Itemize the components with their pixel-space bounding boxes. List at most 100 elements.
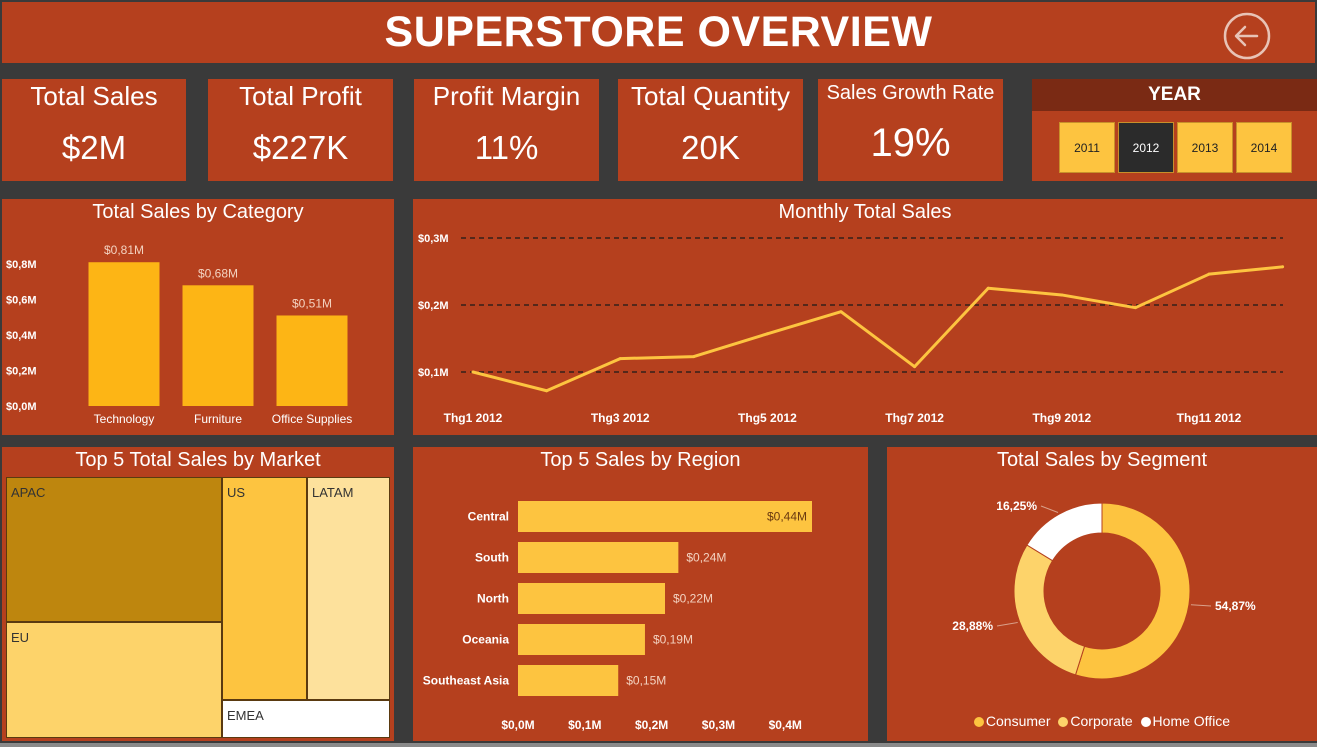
kpi-value: 11% xyxy=(474,129,539,166)
bottom-scrollbar[interactable] xyxy=(0,743,1317,747)
leader-line xyxy=(1190,604,1212,607)
x-tick-label: $0,4M xyxy=(769,718,802,732)
y-tick-label: $0,2M xyxy=(418,300,449,312)
treemap-cell-apac[interactable]: APAC xyxy=(6,477,222,622)
year-option-2012[interactable]: 2012 xyxy=(1118,122,1174,173)
bar-office-supplies xyxy=(276,315,348,406)
data-point xyxy=(471,370,475,374)
segment-donut-chart: 54,87% 28,88% 16,25% xyxy=(952,499,1256,680)
kpi-card-total-profit: Total Profit $227K xyxy=(208,79,393,181)
page-title: SUPERSTORE OVERVIEW xyxy=(384,8,933,56)
y-tick-label: South xyxy=(475,551,509,565)
segment-legend: Consumer Corporate Home Office xyxy=(887,713,1317,729)
x-tick-label: Thg3 2012 xyxy=(591,411,650,425)
back-arrow-icon[interactable] xyxy=(1223,12,1271,60)
category-chart-panel: Total Sales by Category $0,0M $0,2M $0,4M $… xyxy=(2,199,394,435)
data-point xyxy=(839,310,843,314)
year-option-2014[interactable]: 2014 xyxy=(1236,122,1292,173)
legend-item-consumer[interactable]: Consumer xyxy=(973,713,1051,729)
leader-line xyxy=(1040,505,1059,513)
x-tick-label: Thg7 2012 xyxy=(885,411,944,425)
leader-line xyxy=(996,622,1018,627)
legend-item-corporate[interactable]: Corporate xyxy=(1058,713,1133,729)
category-bar-chart: $0,0M $0,2M $0,4M $0,6M $0,8M $0,81M Technolog… xyxy=(6,243,352,426)
data-label: $0,24M xyxy=(686,551,726,565)
x-tick-label: Thg5 2012 xyxy=(738,411,797,425)
y-tick-label: $0,2M xyxy=(6,366,37,378)
x-tick-label: Thg1 2012 xyxy=(444,411,503,425)
data-point xyxy=(1281,265,1285,269)
data-point xyxy=(986,286,990,290)
data-label: 54,87% xyxy=(1215,599,1256,613)
data-point xyxy=(1060,293,1064,297)
y-tick-label: Central xyxy=(468,510,509,524)
header-bar: SUPERSTORE OVERVIEW xyxy=(2,2,1315,63)
kpi-label: Total Quantity xyxy=(631,81,790,111)
chart-title: Top 5 Total Sales by Market xyxy=(75,449,321,471)
y-tick-label: Oceania xyxy=(462,633,509,647)
legend-label: Consumer xyxy=(985,713,1051,729)
legend-label: Corporate xyxy=(1070,713,1133,729)
region-bar-chart: Central $0,44M South $0,24M North $0,22M Ocean… xyxy=(423,501,812,732)
legend-item-home-office[interactable]: Home Office xyxy=(1140,713,1231,729)
year-option-2013[interactable]: 2013 xyxy=(1177,122,1233,173)
data-label: 16,25% xyxy=(996,499,1037,513)
kpi-label: Profit Margin xyxy=(432,81,581,111)
bar-oceania xyxy=(518,624,645,655)
x-tick-label: $0,0M xyxy=(501,718,534,732)
data-point xyxy=(545,389,549,393)
bar-furniture xyxy=(182,285,254,406)
data-point xyxy=(1207,272,1211,276)
kpi-label: Sales Growth Rate xyxy=(826,82,995,104)
kpi-value: $2M xyxy=(61,129,127,166)
year-slicer-title: YEAR xyxy=(1032,79,1317,111)
kpi-card-sales-growth: Sales Growth Rate 19% xyxy=(818,79,1003,181)
data-point xyxy=(692,355,696,359)
kpi-card-total-quantity: Total Quantity 20K xyxy=(618,79,803,181)
treemap-cell-latam[interactable]: LATAM xyxy=(307,477,390,700)
data-point xyxy=(618,357,622,361)
x-tick-label: $0,3M xyxy=(702,718,735,732)
treemap-cell-us[interactable]: US xyxy=(222,477,307,700)
kpi-value: 19% xyxy=(870,121,951,165)
x-tick-label: Thg11 2012 xyxy=(1177,411,1242,425)
kpi-value: 20K xyxy=(681,129,740,166)
data-label: $0,15M xyxy=(626,674,666,688)
y-tick-label: $0,6M xyxy=(6,295,37,307)
legend-label: Home Office xyxy=(1152,713,1231,729)
treemap-cell-emea[interactable]: EMEA xyxy=(222,700,390,738)
data-label: 28,88% xyxy=(952,619,993,633)
y-tick-label: Southeast Asia xyxy=(423,674,510,688)
bar-south xyxy=(518,542,679,573)
data-point xyxy=(913,365,917,369)
bar-technology xyxy=(88,262,160,406)
market-treemap-panel: Top 5 Total Sales by Market APAC EU US L… xyxy=(2,447,394,741)
bar-north xyxy=(518,583,665,614)
y-tick-label: $0,1M xyxy=(418,367,449,379)
y-tick-label: $0,3M xyxy=(418,233,449,245)
data-point xyxy=(765,332,769,336)
treemap-cell-eu[interactable]: EU xyxy=(6,622,222,738)
data-point xyxy=(1133,306,1137,310)
year-option-2011[interactable]: 2011 xyxy=(1059,122,1115,173)
kpi-card-profit-margin: Profit Margin 11% xyxy=(414,79,599,181)
legend-dot xyxy=(1058,717,1069,728)
monthly-line-chart: $0,1M $0,2M $0,3M Thg1 2012 Thg3 2012 Thg5 20… xyxy=(418,233,1285,425)
year-slicer: YEAR 2011 2012 2013 2014 xyxy=(1032,79,1317,181)
x-tick-label: Technology xyxy=(94,412,155,426)
y-tick-label: $0,8M xyxy=(6,259,37,271)
kpi-label: Total Sales xyxy=(30,81,158,111)
y-tick-label: North xyxy=(477,592,509,606)
data-label: $0,44M xyxy=(767,510,807,524)
bar-southeast-asia xyxy=(518,665,619,696)
region-chart-panel: Top 5 Sales by Region Central $0,44M South… xyxy=(413,447,868,741)
kpi-card-total-sales: Total Sales $2M xyxy=(2,79,186,181)
data-label: $0,22M xyxy=(673,592,713,606)
x-tick-label: Thg9 2012 xyxy=(1032,411,1091,425)
donut-slice-home-office xyxy=(1026,502,1103,562)
data-label: $0,68M xyxy=(198,266,238,280)
legend-dot xyxy=(1140,717,1151,728)
x-tick-label: $0,1M xyxy=(568,718,601,732)
monthly-chart-panel: Monthly Total Sales $0,1M $0,2M $0,3M Thg1 … xyxy=(413,199,1317,435)
donut-slice-corporate xyxy=(1013,544,1086,676)
